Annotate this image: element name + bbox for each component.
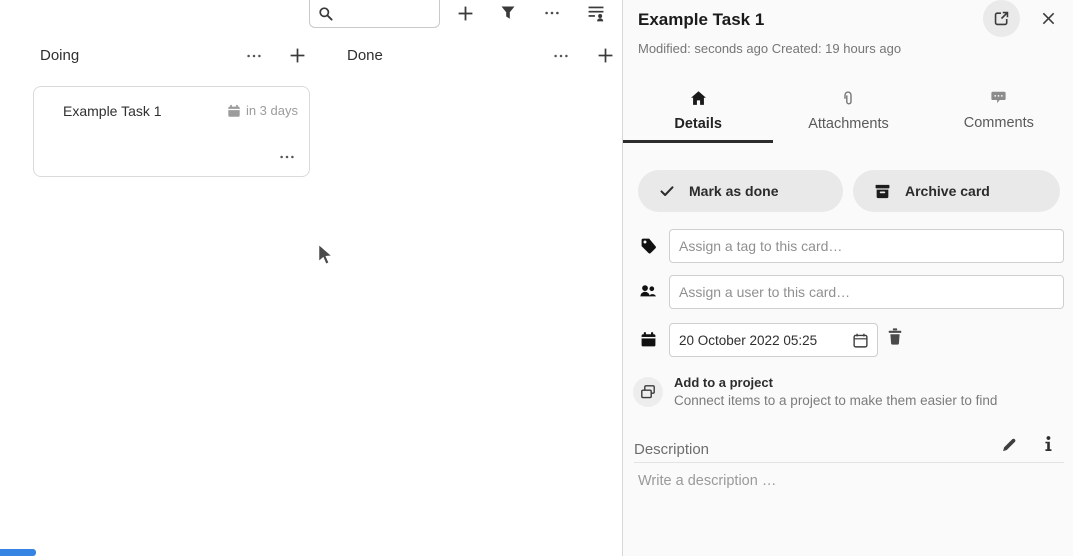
edit-description-button[interactable] <box>1001 436 1018 456</box>
due-date-input[interactable] <box>670 333 852 348</box>
home-icon <box>690 90 707 107</box>
tab-details[interactable]: Details <box>623 84 773 143</box>
description-editor[interactable]: Write a description … <box>638 473 1058 543</box>
column-doing-menu-button[interactable] <box>242 44 266 68</box>
tag-icon <box>640 237 657 254</box>
archive-card-label: Archive card <box>905 183 990 199</box>
project-icon-circle <box>633 377 663 407</box>
card-due-badge: in 3 days <box>227 103 298 118</box>
more-options-icon <box>553 48 569 64</box>
pencil-icon <box>1001 436 1018 453</box>
detail-card-meta: Modified: seconds ago Created: 19 hours … <box>638 41 901 56</box>
tab-details-label: Details <box>674 116 722 132</box>
trash-icon <box>886 327 904 346</box>
tab-comments-label: Comments <box>964 115 1034 131</box>
check-icon <box>659 183 675 199</box>
tab-comments[interactable]: Comments <box>924 84 1073 143</box>
active-tab-indicator <box>623 140 773 143</box>
add-to-project-title: Add to a project <box>674 375 773 390</box>
calendar-icon <box>227 104 241 118</box>
search-input-wrap <box>309 0 440 28</box>
more-options-icon <box>544 5 560 21</box>
kanban-card[interactable]: Example Task 1 in 3 days <box>33 86 310 177</box>
activity-list-icon <box>587 5 605 22</box>
more-options-icon <box>246 48 262 64</box>
plus-icon <box>289 47 306 64</box>
assign-user-input[interactable] <box>669 275 1064 309</box>
mouse-cursor <box>317 243 335 267</box>
archive-card-button[interactable]: Archive card <box>853 170 1060 212</box>
users-icon <box>639 283 657 300</box>
card-due-text: in 3 days <box>246 103 298 118</box>
board-panel: Doing Done Example Task <box>0 0 622 556</box>
card-menu-button[interactable] <box>275 145 299 169</box>
card-title: Example Task 1 <box>63 103 162 119</box>
windows-stack-icon <box>640 384 656 400</box>
column-done-menu-button[interactable] <box>549 44 573 68</box>
horizontal-scrollbar[interactable] <box>0 549 36 556</box>
plus-icon <box>597 47 614 64</box>
external-link-icon <box>993 10 1010 27</box>
close-icon <box>1041 11 1056 26</box>
activity-list-button[interactable] <box>584 1 608 25</box>
open-calendar-button[interactable] <box>852 332 877 349</box>
calendar-outline-icon <box>852 332 869 349</box>
description-info-button[interactable] <box>1039 435 1057 456</box>
tab-attachments-label: Attachments <box>808 116 889 132</box>
description-label: Description <box>634 441 709 458</box>
description-separator <box>634 462 1064 463</box>
close-panel-button[interactable] <box>1038 8 1058 28</box>
assign-tag-input[interactable] <box>669 229 1064 263</box>
remove-due-date-button[interactable] <box>886 327 904 349</box>
comment-icon <box>990 90 1007 106</box>
detail-tabs: Details Attachments Comments <box>623 84 1073 143</box>
column-title-doing: Doing <box>40 47 79 64</box>
board-menu-button[interactable] <box>540 1 564 25</box>
add-to-project-row[interactable]: Add to a project Connect items to a proj… <box>623 370 1073 414</box>
plus-icon <box>457 5 474 22</box>
add-card-toolbar-button[interactable] <box>453 1 477 25</box>
filter-funnel-icon <box>500 5 516 21</box>
more-options-icon <box>279 149 295 165</box>
kanban-app: Doing Done Example Task <box>0 0 1073 556</box>
paperclip-icon <box>840 90 856 107</box>
mark-as-done-label: Mark as done <box>689 183 778 199</box>
info-icon <box>1039 435 1057 453</box>
search-input[interactable] <box>338 2 434 24</box>
search-icon <box>318 6 334 22</box>
calendar-icon <box>640 331 657 348</box>
column-doing-add-button[interactable] <box>285 43 309 67</box>
open-in-window-button[interactable] <box>983 0 1020 37</box>
mark-as-done-button[interactable]: Mark as done <box>638 170 843 212</box>
column-done-add-button[interactable] <box>593 43 617 67</box>
due-date-field <box>669 323 878 357</box>
filter-button[interactable] <box>496 1 520 25</box>
card-detail-panel: Example Task 1 Modified: seconds ago Cre… <box>622 0 1073 556</box>
detail-card-title: Example Task 1 <box>638 10 764 30</box>
column-title-done: Done <box>347 47 383 64</box>
add-to-project-subtitle: Connect items to a project to make them … <box>674 393 997 408</box>
tab-attachments[interactable]: Attachments <box>773 84 923 143</box>
archive-icon <box>874 183 891 200</box>
